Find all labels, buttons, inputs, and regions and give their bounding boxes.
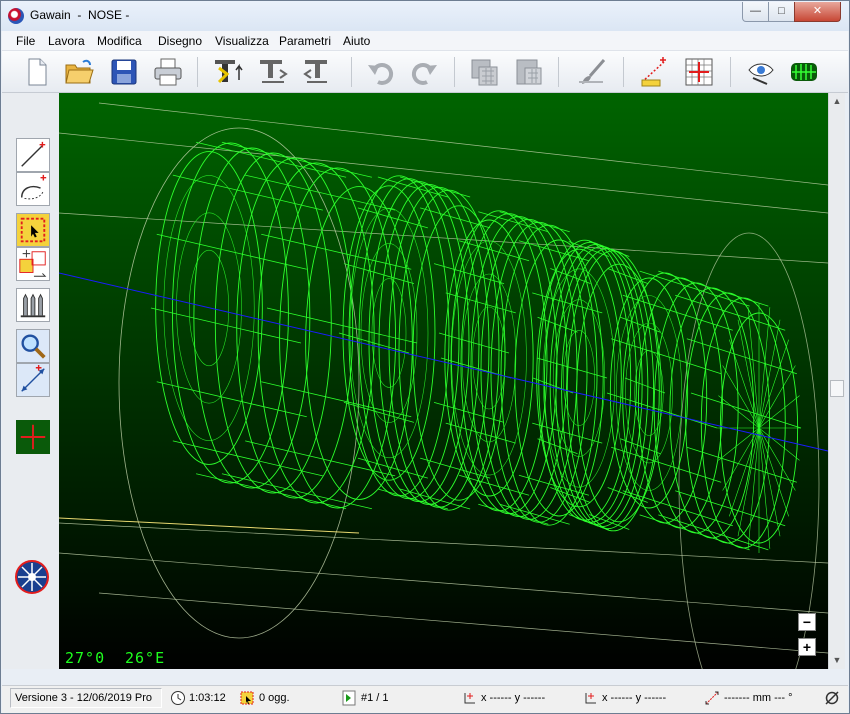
view-angle-b: 26°E (125, 649, 166, 667)
diameter-icon (825, 691, 839, 705)
tool-reverse-icon[interactable] (301, 56, 333, 88)
zoom-out-button[interactable]: − (798, 613, 816, 631)
zoom-in-button[interactable]: + (798, 638, 816, 656)
clock-icon (171, 691, 185, 705)
view-angle-a: 27°0 (65, 649, 106, 667)
close-button[interactable]: ✕ (794, 2, 841, 22)
minimize-button[interactable]: — (742, 2, 769, 22)
maximize-button[interactable]: □ (768, 2, 795, 22)
draw-arc-icon[interactable] (16, 172, 50, 206)
page-icon (342, 690, 356, 706)
left-toolbox (2, 93, 59, 669)
draw-line-icon[interactable] (16, 138, 50, 172)
scroll-down-icon[interactable]: ▼ (829, 652, 845, 669)
gawain-logo-icon (8, 8, 24, 24)
toolbar-separator (730, 57, 731, 87)
dimension-icon[interactable] (638, 56, 670, 88)
toolbar-separator (558, 57, 559, 87)
tool-path-icon[interactable] (213, 56, 245, 88)
status-version: Versione 3 - 12/06/2019 Pro (15, 692, 152, 704)
vertical-scrollbar[interactable]: ▲ ▼ (828, 93, 845, 669)
status-page: #1 / 1 (361, 692, 389, 704)
coord-point-icon (585, 693, 596, 704)
save-icon[interactable] (108, 56, 140, 88)
grid-origin-icon[interactable] (683, 56, 715, 88)
gawain-badge-icon (15, 560, 49, 594)
new-file-icon[interactable] (21, 56, 53, 88)
measure-icon (705, 691, 719, 705)
view-eye-icon[interactable] (745, 56, 777, 88)
tool-transform-icon[interactable] (258, 56, 290, 88)
objects-icon (240, 691, 254, 705)
main-toolbar (2, 51, 848, 93)
menu-lavora[interactable]: Lavora (48, 34, 85, 48)
toolbar-separator (351, 57, 352, 87)
menu-visualizza[interactable]: Visualizza (215, 34, 269, 48)
menu-file[interactable]: File (16, 34, 35, 48)
coord-origin-icon (464, 693, 475, 704)
status-coord2: x ------ y ------ (602, 692, 667, 704)
toolbar-separator (623, 57, 624, 87)
open-folder-icon[interactable] (63, 56, 95, 88)
window-title: Gawain - NOSE - (30, 8, 130, 22)
menu-disegno[interactable]: Disegno (158, 34, 202, 48)
origin-marker-icon[interactable] (16, 420, 50, 454)
redo-icon[interactable] (408, 56, 440, 88)
toolbar-separator (197, 57, 198, 87)
select-area-icon[interactable] (16, 213, 50, 247)
status-bar: Versione 3 - 12/06/2019 Pro 1:03:12 0 og… (2, 685, 848, 713)
title-bar[interactable]: Gawain - NOSE - — □ ✕ (1, 1, 849, 31)
render-3d-icon[interactable] (788, 56, 820, 88)
status-measure: ------- mm --- ° (724, 692, 793, 704)
menu-aiuto[interactable]: Aiuto (343, 34, 370, 48)
menu-parametri[interactable]: Parametri (279, 34, 331, 48)
print-icon[interactable] (152, 56, 184, 88)
status-coord1: x ------ y ------ (481, 692, 546, 704)
undo-icon[interactable] (365, 56, 397, 88)
scroll-up-icon[interactable]: ▲ (829, 93, 845, 110)
measure-distance-icon[interactable] (16, 363, 50, 397)
viewport-background (59, 93, 828, 669)
3d-viewport[interactable]: 27°0 26°E − + (59, 93, 828, 669)
menu-modifica[interactable]: Modifica (97, 34, 142, 48)
paste-grid-icon[interactable] (513, 56, 545, 88)
menu-bar: File Lavora Modifica Disegno Visualizza … (2, 31, 848, 51)
copy-grid-icon[interactable] (468, 56, 500, 88)
wireframe-scene[interactable] (59, 93, 828, 669)
brush-icon[interactable] (576, 56, 608, 88)
move-object-icon[interactable] (16, 247, 50, 281)
scroll-thumb[interactable] (830, 380, 844, 397)
zoom-icon[interactable] (16, 329, 50, 363)
status-time: 1:03:12 (189, 692, 226, 704)
toolbar-separator (454, 57, 455, 87)
status-objects: 0 ogg. (259, 692, 290, 704)
tool-library-icon[interactable] (16, 288, 50, 322)
app-window: Gawain - NOSE - — □ ✕ File Lavora Modifi… (0, 0, 850, 714)
